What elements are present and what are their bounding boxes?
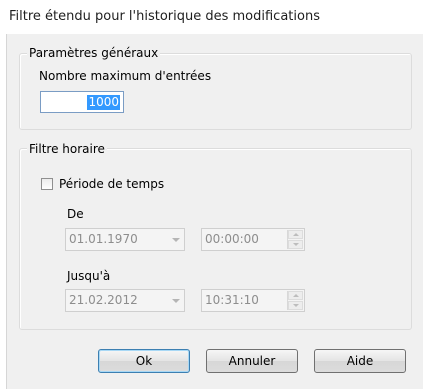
from-time-value: 00:00:00 bbox=[205, 232, 259, 246]
window-title: Filtre étendu pour l'historique des modi… bbox=[9, 9, 320, 24]
spin-down-icon[interactable] bbox=[288, 301, 303, 310]
from-date-combo[interactable]: 01.01.1970 bbox=[65, 228, 185, 251]
from-time-spinner[interactable]: 00:00:00 bbox=[201, 228, 305, 251]
from-date-value: 01.01.1970 bbox=[69, 232, 138, 246]
dialog-body: Paramètres généraux Nombre maximum d'ent… bbox=[6, 34, 423, 389]
to-time-spinner[interactable]: 10:31:10 bbox=[201, 289, 305, 312]
chevron-down-icon[interactable] bbox=[172, 238, 180, 242]
general-settings-legend: Paramètres généraux bbox=[27, 46, 161, 60]
help-button[interactable]: Aide bbox=[314, 349, 406, 373]
period-label[interactable]: Période de temps bbox=[59, 177, 164, 191]
to-time-spin bbox=[287, 291, 303, 310]
chevron-down-icon[interactable] bbox=[172, 299, 180, 303]
time-filter-legend: Filtre horaire bbox=[27, 142, 107, 156]
period-checkbox[interactable] bbox=[41, 178, 53, 190]
ok-button[interactable]: Ok bbox=[98, 349, 190, 373]
to-label: Jusqu'à bbox=[67, 269, 111, 283]
from-label: De bbox=[67, 207, 84, 221]
title-bar[interactable]: Filtre étendu pour l'historique des modi… bbox=[0, 0, 423, 34]
spin-up-icon[interactable] bbox=[288, 230, 303, 239]
max-entries-input[interactable]: 1000 bbox=[40, 91, 124, 113]
max-entries-value: 1000 bbox=[87, 95, 120, 110]
max-entries-label: Nombre maximum d'entrées bbox=[39, 69, 212, 83]
spin-down-icon[interactable] bbox=[288, 240, 303, 249]
spin-up-icon[interactable] bbox=[288, 291, 303, 300]
to-date-combo[interactable]: 21.02.2012 bbox=[65, 289, 185, 312]
to-date-value: 21.02.2012 bbox=[69, 293, 138, 307]
to-time-value: 10:31:10 bbox=[205, 293, 259, 307]
from-time-spin bbox=[287, 230, 303, 249]
cancel-button[interactable]: Annuler bbox=[206, 349, 298, 373]
